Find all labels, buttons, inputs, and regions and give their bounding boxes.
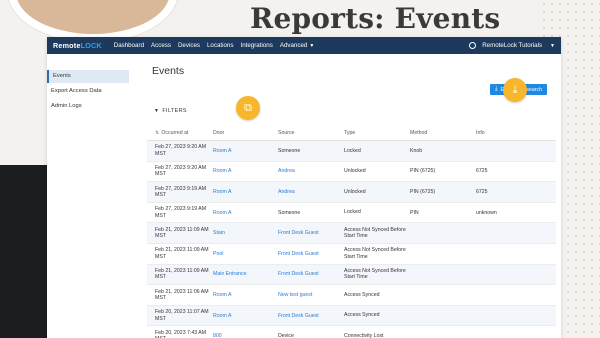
cell-door[interactable]: Room A (213, 210, 278, 216)
cell-door[interactable]: Stain (213, 230, 278, 236)
table-header: ⇅ Occurred at Door Source Type Method Inf… (147, 126, 556, 141)
cell-occurred-at: Feb 21, 2023 11:09 AM MST (155, 267, 209, 281)
cell-door[interactable]: Main Entrance (213, 271, 278, 277)
cell-type: Locked (344, 209, 361, 216)
cell-occurred-at: Feb 21, 2023 11:06 AM MST (155, 288, 209, 301)
table-row[interactable]: Feb 21, 2023 11:09 AM MST Pool Front Desk … (147, 244, 556, 265)
sidebar: Events Export Access Data Admin Logs (47, 54, 129, 338)
header-type: Type (344, 129, 356, 136)
cell-type: Access Not Synced Before Start Time (344, 247, 406, 260)
cell-occurred-at: Feb 27, 2023 9:19 AM MST (155, 185, 207, 198)
download-icon: ⤓ (503, 78, 527, 102)
filter-icon: ⧉ (236, 96, 260, 120)
cell-type: Unlocked (344, 168, 366, 175)
cell-source[interactable]: Front Desk Guest (278, 251, 344, 257)
cell-type: Unlocked (344, 188, 366, 195)
cell-door[interactable]: Room A (213, 313, 278, 319)
cell-occurred-at: Feb 21, 2023 11:09 AM MST (155, 247, 209, 260)
caret-down-icon: ▼ (154, 108, 160, 114)
cell-type: Access Not Synced Before Start Time (344, 226, 406, 240)
cell-type: Access Synced (344, 291, 380, 298)
nav-integrations[interactable]: Integrations (240, 42, 272, 49)
nav-dashboard[interactable]: Dashboard (114, 42, 144, 49)
page-title: Events (152, 65, 185, 77)
cell-source: Someone (278, 147, 301, 154)
cell-source[interactable]: Andrea (278, 189, 344, 195)
chevron-down-icon: ▼ (550, 42, 555, 49)
cell-occurred-at: Feb 21, 2023 11:09 AM MST (155, 226, 209, 240)
sidebar-item-admin-logs[interactable]: Admin Logs (47, 100, 129, 113)
table-row[interactable]: Feb 21, 2023 11:06 AM MST Room A New test … (147, 285, 556, 306)
nav-advanced-label: Advanced (279, 42, 308, 49)
cell-occurred-at: Feb 27, 2023 9:20 AM MST (155, 144, 207, 157)
cell-door[interactable]: Room A (213, 148, 278, 154)
chevron-down-icon: ▼ (309, 43, 315, 49)
nav-devices[interactable]: Devices (178, 42, 200, 49)
table-row[interactable]: Feb 27, 2023 9:20 AM MST Room A Someone Loc… (147, 141, 556, 162)
cell-method: PIN (6725) (410, 188, 436, 195)
table-body: Feb 27, 2023 9:20 AM MST Room A Someone Loc… (147, 141, 556, 338)
cell-info: 6725 (476, 188, 488, 195)
cell-info: unknown (476, 209, 497, 216)
filters-toggle[interactable]: ▼ FILTERS (154, 108, 187, 114)
cell-occurred-at: Feb 20, 2023 7:43 AM MST (155, 329, 207, 338)
cell-method: Knob (410, 147, 423, 154)
table-row[interactable]: Feb 27, 2023 9:20 AM MST Room A Andrea Unlo… (147, 162, 556, 183)
cell-source[interactable]: Front Desk Guest (278, 313, 344, 319)
header-info: Info (476, 130, 485, 136)
slide-title: Reports: Events (250, 2, 501, 35)
table-row[interactable]: Feb 27, 2023 9:19 AM MST Room A Andrea Unlo… (147, 182, 556, 203)
app-window: RemoteLOCK Dashboard Access Devices Loca… (47, 37, 561, 338)
brand-text-remote: Remote (53, 41, 81, 50)
table-row[interactable]: Feb 20, 2023 11:07 AM MST Room A Front Des… (147, 305, 556, 327)
header-source: Source (278, 130, 295, 136)
cell-door[interactable]: 800 (213, 333, 278, 338)
table-row[interactable]: Feb 21, 2023 11:09 AM MST Main Entrance Fr… (147, 264, 556, 286)
cell-source: Device (278, 333, 294, 338)
events-table: ⇅ Occurred at Door Source Type Method Inf… (147, 126, 556, 338)
cell-method: PIN (6725) (410, 168, 436, 175)
nav-locations[interactable]: Locations (207, 42, 234, 49)
cell-door[interactable]: Room A (213, 189, 278, 195)
cell-occurred-at: Feb 27, 2023 9:19 AM MST (155, 206, 207, 219)
user-icon (469, 42, 477, 49)
download-icon: ⤓ (494, 86, 498, 92)
header-method: Method (410, 130, 428, 136)
header-occurred-at[interactable]: ⇅ Occurred at (147, 130, 213, 136)
cell-source[interactable]: Front Desk Guest (278, 230, 344, 236)
cell-door[interactable]: Pool (213, 251, 278, 257)
cell-type: Locked (344, 147, 361, 154)
cell-type: Access Synced (344, 312, 380, 319)
cell-occurred-at: Feb 27, 2023 9:20 AM MST (155, 164, 207, 178)
table-row[interactable]: Feb 21, 2023 11:09 AM MST Stain Front Desk… (147, 223, 556, 244)
sidebar-item-events[interactable]: Events (47, 70, 129, 83)
cell-source: Someone (278, 209, 301, 216)
cell-type: Connectivity Lost (344, 332, 384, 338)
nav-access[interactable]: Access (151, 42, 171, 49)
account-name: RemoteLock Tutorials (482, 42, 543, 49)
brand-text-lock: LOCK (80, 41, 102, 50)
cell-method: PIN (410, 209, 419, 216)
header-door: Door (213, 130, 225, 136)
sidebar-item-export-access-data[interactable]: Export Access Data (47, 85, 129, 98)
cell-source[interactable]: Andrea (278, 168, 344, 174)
cell-door[interactable]: Room A (213, 168, 278, 174)
nav-advanced[interactable]: Advanced ▼ (280, 42, 314, 49)
table-row[interactable]: Feb 27, 2023 9:19 AM MST Room A Someone Loc… (147, 203, 556, 224)
cell-source[interactable]: Front Desk Guest (278, 271, 344, 277)
coffee-cup-decoration (8, 0, 178, 42)
table-row[interactable]: Feb 20, 2023 7:43 AM MST 800Device Connect… (147, 326, 556, 338)
account-menu[interactable]: RemoteLock Tutorials ▼ (469, 42, 555, 49)
sort-icon: ⇅ (155, 129, 160, 136)
top-nav: RemoteLOCK Dashboard Access Devices Loca… (47, 37, 561, 54)
cell-type: Access Not Synced Before Start Time (344, 267, 406, 281)
header-occurred-at-label: Occurred at (161, 129, 189, 136)
brand-logo[interactable]: RemoteLOCK (53, 41, 102, 50)
main-content: Events ▼ FILTERS ⤓ Export this search ⤓ … (140, 54, 561, 338)
cell-door[interactable]: Room A (213, 292, 278, 298)
filters-label: FILTERS (162, 108, 187, 114)
cell-source[interactable]: New test guest (278, 292, 344, 298)
cell-occurred-at: Feb 20, 2023 11:07 AM MST (155, 309, 209, 322)
cell-info: 6725 (476, 168, 488, 175)
